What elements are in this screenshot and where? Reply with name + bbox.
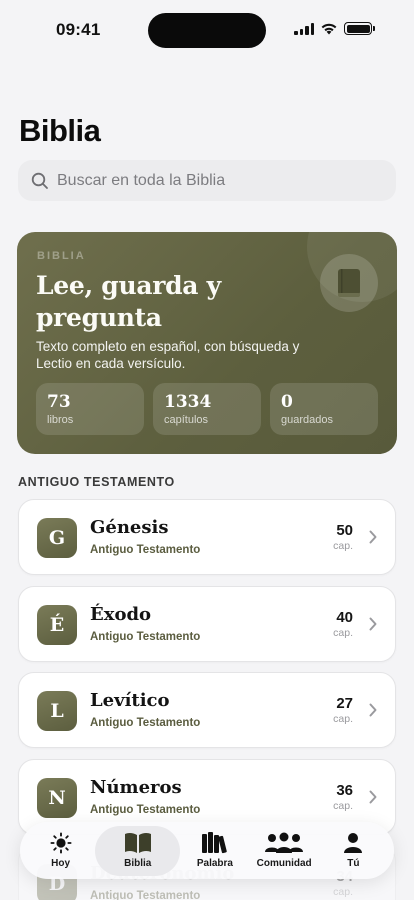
stat-books: 73 libros — [36, 383, 144, 435]
book-initial: N — [37, 777, 77, 818]
sun-icon — [50, 832, 72, 854]
book-testament: Antiguo Testamento — [90, 890, 201, 900]
chevron-right-icon — [369, 530, 377, 544]
chevron-right-icon — [369, 790, 377, 803]
stat-saved: 0 guardados — [270, 383, 378, 435]
tab-palabra[interactable]: Palabra — [180, 826, 249, 876]
cellular-signal-icon — [294, 22, 314, 35]
stat-label: libros — [47, 414, 74, 426]
hero-subtitle: Texto completo en español, con búsqueda … — [36, 339, 300, 371]
book-name: Éxodo — [90, 603, 152, 625]
book-row-levitico[interactable]: L Levítico Antiguo Testamento 27 cap. — [18, 672, 396, 748]
chapter-unit: cap. — [333, 886, 353, 898]
hero-stats: 73 libros 1334 capítulos 0 guardados — [36, 383, 378, 435]
search-icon — [31, 172, 48, 189]
tab-label: Biblia — [124, 858, 152, 869]
stat-label: capítulos — [164, 414, 209, 426]
status-bar: 09:41 — [0, 0, 414, 60]
battery-icon — [344, 22, 375, 35]
tab-biblia[interactable]: Biblia — [95, 825, 181, 876]
status-icons — [294, 22, 375, 35]
stat-value: 0 — [281, 392, 293, 412]
book-initial: G — [37, 518, 77, 558]
chapter-unit: cap. — [333, 626, 353, 639]
chapter-count: 27 cap. — [333, 695, 353, 725]
tab-label: Tú — [347, 858, 360, 869]
book-name: Números — [90, 776, 182, 798]
book-icon — [320, 254, 378, 312]
open-book-icon — [124, 832, 151, 853]
hero-title: Lee, guarda y pregunta — [36, 271, 221, 332]
chapter-number: 40 — [336, 608, 353, 626]
chapter-number: 50 — [336, 522, 353, 539]
search-input[interactable] — [57, 171, 377, 190]
books-icon — [201, 832, 227, 854]
book-testament: Antiguo Testamento — [90, 544, 201, 556]
book-row-exodo[interactable]: É Éxodo Antiguo Testamento 40 cap. — [18, 585, 396, 662]
tab-bar: Hoy Biblia Palabra Comunidad Tú — [20, 822, 394, 879]
tab-comunidad[interactable]: Comunidad — [250, 826, 319, 876]
book-testament: Antiguo Testamento — [90, 630, 201, 643]
tab-label: Hoy — [51, 858, 71, 869]
wifi-icon — [321, 23, 337, 35]
stat-value: 1334 — [164, 392, 212, 412]
tab-label: Comunidad — [256, 858, 312, 869]
book-initial: É — [37, 604, 77, 645]
chapter-unit: cap. — [333, 713, 353, 725]
book-name: Génesis — [90, 517, 169, 538]
chevron-right-icon — [369, 617, 377, 630]
tab-hoy[interactable]: Hoy — [26, 826, 95, 876]
tab-label: Palabra — [196, 858, 233, 869]
book-name: Levítico — [90, 690, 170, 711]
book-testament: Antiguo Testamento — [90, 803, 201, 816]
chevron-right-icon — [369, 703, 377, 717]
stat-label: guardados — [281, 414, 333, 426]
book-initial: L — [37, 691, 77, 731]
chapter-number: 27 — [336, 695, 353, 712]
person-icon — [344, 833, 363, 853]
section-label: ANTIGUO TESTAMENTO — [18, 475, 175, 489]
dynamic-island — [148, 13, 266, 48]
book-testament: Antiguo Testamento — [90, 717, 201, 729]
book-row-genesis[interactable]: G Génesis Antiguo Testamento 50 cap. — [18, 499, 396, 575]
chapter-number: 36 — [336, 781, 353, 799]
stat-chapters: 1334 capítulos — [153, 383, 261, 435]
search-bar[interactable] — [18, 160, 396, 201]
chapter-unit: cap. — [333, 799, 353, 812]
status-time: 09:41 — [56, 20, 101, 39]
tab-tu[interactable]: Tú — [319, 826, 388, 876]
stat-value: 73 — [47, 392, 71, 412]
chapter-unit: cap. — [333, 540, 353, 552]
chapter-count: 40 cap. — [333, 609, 353, 639]
chapter-count: 50 cap. — [333, 522, 353, 552]
chapter-count: 36 cap. — [333, 782, 353, 812]
hero-eyebrow: BIBLIA — [37, 250, 86, 262]
page-title: Biblia — [19, 113, 101, 148]
hero-card: BIBLIA Lee, guarda y pregunta Texto comp… — [17, 232, 397, 454]
people-icon — [265, 832, 304, 853]
